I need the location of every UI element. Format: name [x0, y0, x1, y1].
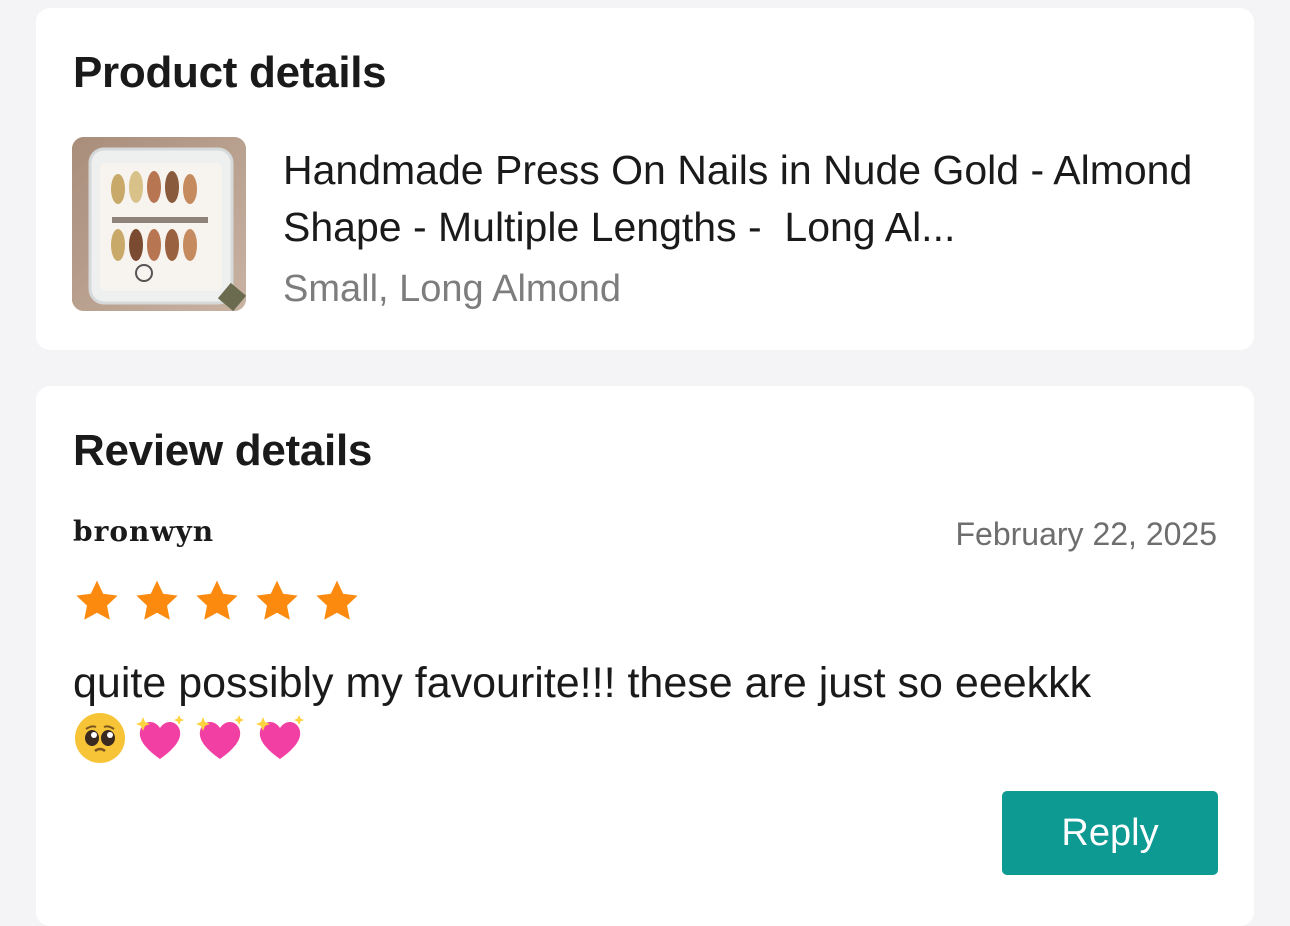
review-text: quite possibly my favourite!!! these are… — [73, 659, 1092, 707]
product-variant: Small, Long Almond — [283, 268, 621, 310]
star-icon — [193, 577, 241, 625]
pleading-face-icon — [73, 711, 127, 765]
product-thumbnail[interactable] — [72, 137, 246, 311]
review-date: February 22, 2025 — [955, 516, 1218, 552]
star-rating — [73, 577, 361, 625]
reply-button[interactable]: Reply — [1002, 791, 1218, 875]
star-icon — [73, 577, 121, 625]
star-icon — [313, 577, 361, 625]
product-details-heading: Product details — [73, 48, 387, 97]
product-details-card: Product details Handmade Press On Nails … — [36, 8, 1254, 350]
sparkling-heart-icon — [253, 711, 307, 765]
star-icon — [133, 577, 181, 625]
star-icon — [253, 577, 301, 625]
reviewer-name: bronwyn — [73, 515, 215, 548]
nail-set-product-image — [72, 137, 246, 311]
review-details-card: Review details bronwyn February 22, 2025… — [36, 386, 1254, 926]
sparkling-heart-icon — [133, 711, 187, 765]
review-details-heading: Review details — [73, 426, 373, 475]
product-title[interactable]: Handmade Press On Nails in Nude Gold - A… — [283, 142, 1218, 256]
review-emojis — [73, 711, 307, 765]
sparkling-heart-icon — [193, 711, 247, 765]
